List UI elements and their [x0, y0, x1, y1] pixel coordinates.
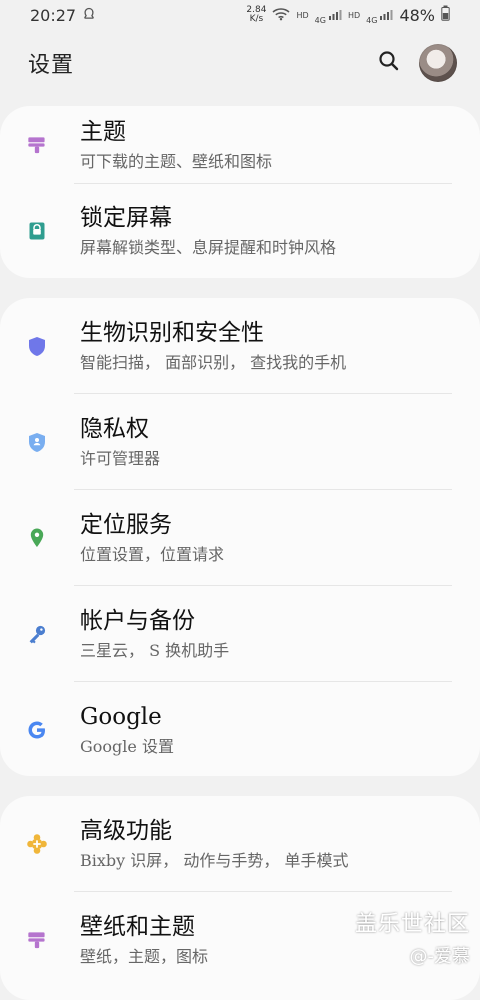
settings-item-text: 主题 可下载的主题、壁纸和图标	[80, 106, 454, 184]
settings-item-text: 生物识别和安全性 智能扫描， 面部识别， 查找我的手机	[80, 298, 454, 394]
network-type-2: 4G	[366, 15, 378, 25]
signal-bars-icon	[379, 6, 393, 25]
lock-screen-icon	[24, 218, 50, 244]
settings-item-title: 生物识别和安全性	[80, 319, 264, 346]
shield-icon	[24, 333, 50, 359]
network-speed: 2.84 K/s	[246, 6, 266, 24]
settings-item-subtitle: 许可管理器	[80, 448, 161, 468]
signal-bars-icon	[328, 6, 342, 25]
settings-item-google[interactable]: Google Google 设置	[0, 682, 480, 776]
settings-item-subtitle: Google 设置	[80, 736, 174, 756]
settings-item-text: 高级功能 Bixby 识屏， 动作与手势， 单手模式	[80, 796, 454, 892]
settings-item-text: 定位服务 位置设置，位置请求	[80, 490, 454, 586]
settings-header: 设置	[0, 30, 480, 96]
status-left: 20:27	[30, 6, 96, 25]
settings-item-text: 帐户与备份 三星云， S 换机助手	[80, 586, 454, 682]
settings-item-subtitle: 屏幕解锁类型、息屏提醒和时钟风格	[80, 237, 337, 257]
settings-item-title: 主题	[80, 118, 126, 145]
settings-item-subtitle: 智能扫描， 面部识别， 查找我的手机	[80, 352, 347, 372]
watermark: 盖乐世社区 @-爱慕	[355, 906, 470, 968]
wifi-icon	[272, 6, 290, 25]
settings-item-location[interactable]: 定位服务 位置设置，位置请求	[0, 490, 480, 586]
signal-1: 4G	[315, 6, 342, 25]
watermark-sub: @-爱慕	[409, 946, 471, 967]
location-pin-icon	[24, 525, 50, 551]
settings-item-text: Google Google 设置	[80, 682, 454, 776]
signal-2: 4G	[366, 6, 393, 25]
status-time: 20:27	[30, 5, 77, 25]
privacy-shield-icon	[24, 429, 50, 455]
search-button[interactable]	[369, 43, 409, 83]
hd-indicator-1: HD	[296, 10, 309, 20]
page-title: 设置	[28, 53, 75, 78]
settings-item-advanced-features[interactable]: 高级功能 Bixby 识屏， 动作与手势， 单手模式	[0, 796, 480, 892]
settings-item-text: 锁定屏幕 屏幕解锁类型、息屏提醒和时钟风格	[80, 184, 454, 278]
search-icon	[378, 50, 400, 76]
settings-item-lock-screen[interactable]: 锁定屏幕 屏幕解锁类型、息屏提醒和时钟风格	[0, 184, 480, 278]
card-security-accounts: 生物识别和安全性 智能扫描， 面部识别， 查找我的手机 隐私权 许可管理器 定位…	[0, 298, 480, 776]
settings-item-privacy[interactable]: 隐私权 许可管理器	[0, 394, 480, 490]
settings-item-subtitle: Bixby 识屏， 动作与手势， 单手模式	[80, 850, 349, 870]
google-icon	[24, 717, 50, 743]
settings-item-title: 锁定屏幕	[80, 204, 172, 231]
puzzle-icon	[24, 831, 50, 857]
hd-indicator-2: HD	[347, 10, 361, 20]
settings-item-accounts-backup[interactable]: 帐户与备份 三星云， S 换机助手	[0, 586, 480, 682]
settings-item-theme[interactable]: 主题 可下载的主题、壁纸和图标	[0, 106, 480, 184]
watermark-main: 盖乐世社区	[354, 912, 470, 937]
paint-roller-icon	[24, 927, 50, 953]
settings-item-subtitle: 三星云， S 换机助手	[80, 640, 230, 660]
key-icon	[24, 621, 50, 647]
qq-icon	[82, 6, 96, 25]
avatar[interactable]	[419, 44, 457, 82]
settings-item-title: 帐户与备份	[80, 607, 195, 634]
settings-item-text: 隐私权 许可管理器	[80, 394, 454, 490]
battery-icon	[441, 5, 450, 25]
settings-item-title: Google	[80, 703, 162, 730]
paint-roller-icon	[24, 132, 50, 158]
settings-item-title: 隐私权	[80, 415, 149, 442]
settings-item-biometrics-security[interactable]: 生物识别和安全性 智能扫描， 面部识别， 查找我的手机	[0, 298, 480, 394]
settings-item-title: 定位服务	[80, 511, 172, 538]
status-bar: 20:27 2.84 K/s HD 4G HD 4G 48%	[0, 0, 480, 30]
network-speed-unit: K/s	[249, 14, 264, 24]
battery-percent: 48%	[399, 5, 435, 25]
card-advanced: 高级功能 Bixby 识屏， 动作与手势， 单手模式 壁纸和主题 壁纸，主题，图…	[0, 796, 480, 1000]
network-type-1: 4G	[314, 15, 326, 25]
settings-item-subtitle: 位置设置，位置请求	[80, 544, 225, 564]
card-personalization: 主题 可下载的主题、壁纸和图标 锁定屏幕 屏幕解锁类型、息屏提醒和时钟风格	[0, 106, 480, 278]
settings-item-title: 高级功能	[80, 817, 172, 844]
status-right: 2.84 K/s HD 4G HD 4G 48%	[246, 5, 450, 25]
settings-item-subtitle: 可下载的主题、壁纸和图标	[80, 151, 273, 171]
